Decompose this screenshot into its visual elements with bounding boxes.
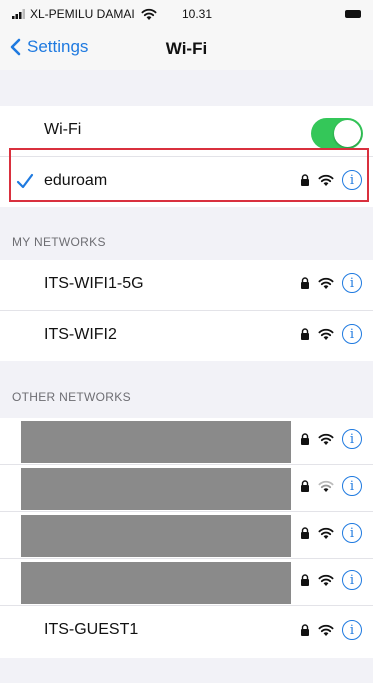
lock-icon <box>301 480 309 492</box>
info-icon[interactable]: i <box>342 273 362 293</box>
carrier-name: XL-PEMILU DAMAI <box>30 7 135 21</box>
info-icon[interactable]: i <box>342 570 362 590</box>
network-icons: i <box>300 523 362 543</box>
network-icons: i <box>300 570 362 590</box>
lock-icon <box>301 328 309 340</box>
lock-icon <box>301 277 309 289</box>
my-networks-group: ITS-WIFI1-5G i ITS-WIFI2 i <box>0 260 373 361</box>
info-icon[interactable]: i <box>342 523 362 543</box>
network-row[interactable]: ITS-GUEST1 i <box>0 606 373 658</box>
info-icon[interactable]: i <box>342 476 362 496</box>
network-row[interactable]: i <box>0 559 373 606</box>
redacted-network-name <box>21 562 291 604</box>
wifi-toggle-row: Wi-Fi <box>0 106 373 157</box>
info-icon[interactable]: i <box>342 170 362 190</box>
checkmark-icon <box>16 173 34 189</box>
info-glyph: i <box>349 572 355 588</box>
lock-icon <box>301 433 309 445</box>
network-name: ITS-GUEST1 <box>44 621 139 638</box>
wifi-group: Wi-Fi eduroam i <box>0 106 373 207</box>
lock-icon <box>301 174 309 186</box>
wifi-icon <box>318 624 334 636</box>
lock-icon <box>301 624 309 636</box>
wifi-icon <box>318 328 334 340</box>
my-networks-header: MY NETWORKS <box>12 235 106 249</box>
network-row[interactable]: ITS-WIFI1-5G i <box>0 260 373 311</box>
other-networks-group: i i i i ITS-GUEST1 i <box>0 418 373 658</box>
info-glyph: i <box>349 525 355 541</box>
info-icon[interactable]: i <box>342 620 362 640</box>
connected-network-name: eduroam <box>44 172 108 189</box>
info-glyph: i <box>349 478 355 494</box>
network-icons: i <box>300 324 362 344</box>
info-glyph: i <box>349 172 355 188</box>
connected-network-row[interactable]: eduroam i <box>0 157 373 207</box>
redacted-network-name <box>21 468 291 510</box>
network-row[interactable]: ITS-WIFI2 i <box>0 311 373 361</box>
network-row[interactable]: i <box>0 465 373 512</box>
wifi-icon <box>318 574 334 586</box>
wifi-icon <box>318 527 334 539</box>
nav-bar: Settings Wi-Fi <box>0 28 373 71</box>
network-name: ITS-WIFI2 <box>44 326 117 343</box>
wifi-icon <box>318 433 334 445</box>
network-name: ITS-WIFI1-5G <box>44 275 144 292</box>
signal-icon <box>12 9 25 19</box>
network-row[interactable]: i <box>0 512 373 559</box>
wifi-toggle[interactable] <box>311 118 363 149</box>
section-spacer <box>0 70 373 106</box>
status-left: XL-PEMILU DAMAI <box>12 7 157 21</box>
wifi-toggle-label: Wi-Fi <box>44 121 82 138</box>
network-icons: i <box>300 429 362 449</box>
network-row[interactable]: i <box>0 418 373 465</box>
network-icons: i <box>300 476 362 496</box>
redacted-network-name <box>21 421 291 463</box>
network-icons: i <box>300 620 362 640</box>
network-icons: i <box>300 170 362 190</box>
wifi-icon <box>318 480 334 492</box>
page-title: Wi-Fi <box>165 39 208 58</box>
info-glyph: i <box>349 622 355 638</box>
status-time: 10.31 <box>182 7 213 21</box>
info-icon[interactable]: i <box>342 324 362 344</box>
other-networks-header: OTHER NETWORKS <box>12 390 131 404</box>
lock-icon <box>301 527 309 539</box>
status-bar: XL-PEMILU DAMAI 10.31 <box>0 0 373 28</box>
network-icons: i <box>300 273 362 293</box>
toggle-knob <box>334 120 361 147</box>
lock-icon <box>301 574 309 586</box>
info-glyph: i <box>349 275 355 291</box>
info-icon[interactable]: i <box>342 429 362 449</box>
wifi-status-icon <box>141 8 157 20</box>
info-glyph: i <box>349 326 355 342</box>
info-glyph: i <box>349 431 355 447</box>
battery-icon <box>345 10 361 18</box>
wifi-icon <box>318 174 334 186</box>
wifi-icon <box>318 277 334 289</box>
redacted-network-name <box>21 515 291 557</box>
